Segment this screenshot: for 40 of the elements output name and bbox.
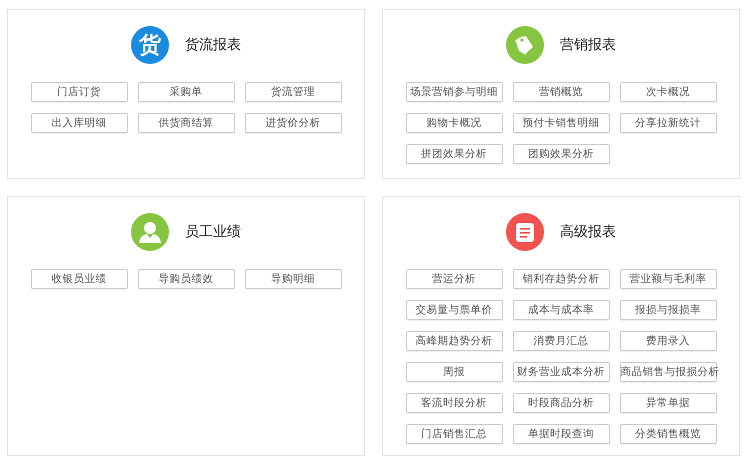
report-link-button[interactable]: 营销概览	[512, 82, 610, 102]
report-link-button[interactable]: 异常单据	[620, 393, 716, 413]
report-link-button[interactable]: 团购效果分析	[512, 144, 610, 164]
report-link-button[interactable]: 消费月汇总	[512, 331, 610, 351]
report-link-button[interactable]: 单据时段查询	[512, 424, 610, 444]
report-link-button[interactable]: 拼团效果分析	[406, 144, 502, 164]
report-link-button[interactable]: 进货价分析	[244, 113, 342, 133]
report-link-button[interactable]: 时段商品分析	[512, 393, 610, 413]
section-title: 员工业绩	[185, 222, 241, 242]
report-link-button[interactable]: 收银员业绩	[30, 269, 128, 289]
report-link-button[interactable]: 供货商结算	[138, 113, 234, 133]
report-link-button[interactable]: 高峰期趋势分析	[406, 331, 502, 351]
report-link-button[interactable]: 报损与报损率	[620, 300, 716, 320]
report-link-button[interactable]: 销利存趋势分析	[512, 269, 610, 289]
report-link-button[interactable]: 客流时段分析	[406, 393, 502, 413]
report-link-button[interactable]: 预付卡销售明细	[512, 113, 610, 133]
report-link-button[interactable]: 采购单	[138, 82, 234, 102]
report-link-button[interactable]: 导购员绩效	[138, 269, 234, 289]
report-link-button[interactable]: 导购明细	[244, 269, 342, 289]
report-link-button[interactable]: 财务营业成本分析	[512, 362, 610, 382]
section-title: 高级报表	[560, 222, 616, 242]
report-link-button[interactable]: 周报	[406, 362, 502, 382]
report-link-button[interactable]: 次卡概况	[620, 82, 716, 102]
report-link-button[interactable]: 费用录入	[620, 331, 716, 351]
section-title: 营销报表	[560, 36, 616, 54]
report-link-button[interactable]: 分享拉新统计	[620, 113, 716, 133]
report-link-button[interactable]: 门店销售汇总	[406, 424, 502, 444]
report-link-button[interactable]: 商品销售与报损分析	[620, 362, 716, 382]
report-icon: 货	[131, 26, 169, 64]
report-link-button[interactable]: 门店订货	[30, 82, 128, 102]
report-link-button[interactable]: 营业额与毛利率	[620, 269, 716, 289]
report-link-button[interactable]: 成本与成本率	[512, 300, 610, 320]
report-link-button[interactable]: 交易量与票单价	[406, 300, 502, 320]
section-title: 货流报表	[185, 36, 241, 54]
report-link-button[interactable]: 出入库明细	[30, 113, 128, 133]
report-link-button[interactable]: 货流管理	[244, 82, 342, 102]
report-link-button[interactable]: 购物卡概况	[406, 113, 502, 133]
report-link-button[interactable]: 营运分析	[406, 269, 502, 289]
report-link-button[interactable]: 场景营销参与明细	[406, 82, 502, 102]
report-link-button[interactable]: 分类销售概览	[620, 424, 716, 444]
